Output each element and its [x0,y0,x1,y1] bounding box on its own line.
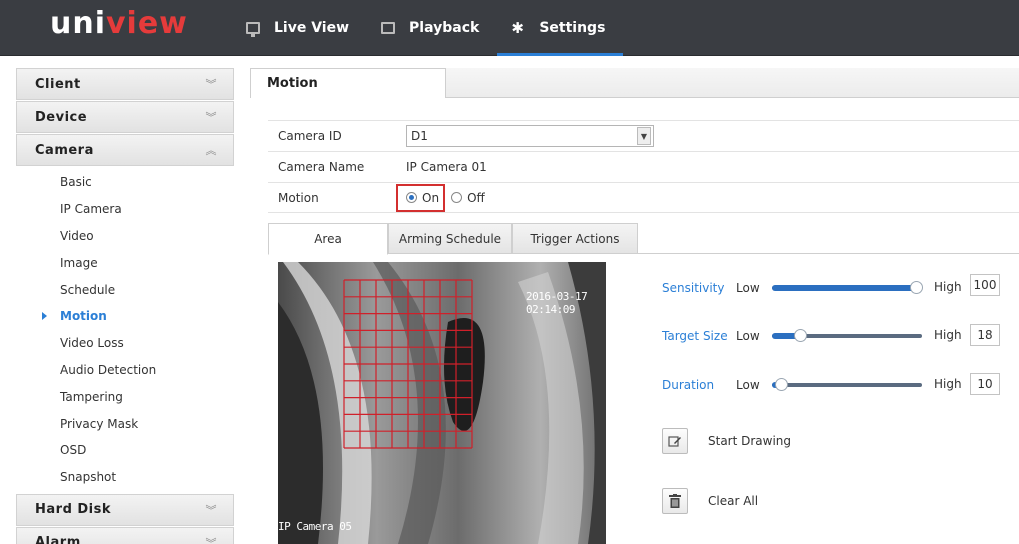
motion-off-radio[interactable] [451,192,463,203]
camera-name-row: Camera Name IP Camera 01 [268,151,1019,182]
pencil-icon [668,436,681,447]
tab-area[interactable]: Area [268,223,388,255]
start-drawing-button[interactable] [662,428,688,454]
target-size-label: Target Size [662,329,728,343]
slider-thumb[interactable] [794,329,807,342]
sidebar-item-basic[interactable]: Basic [16,169,234,196]
duration-slider-row: Duration [662,373,714,397]
sensitivity-high-label: High [934,280,962,294]
gear-icon: ✱ [511,19,524,37]
trash-icon [669,494,681,508]
page-tab-bar: Motion [250,68,1019,98]
sensitivity-low-label: Low [736,281,760,295]
chevron-double-down-icon: ︾ [205,536,217,544]
motion-form: Camera ID D1 ▼ Camera Name IP Camera 01 … [268,120,1019,213]
sidebar-item-audio-detection[interactable]: Audio Detection [16,357,234,384]
tab-trigger-actions[interactable]: Trigger Actions [512,223,638,254]
brand-logo: uniview [50,6,188,41]
chevron-double-up-icon: ︽ [205,144,217,157]
clear-all-label: Clear All [708,494,759,508]
motion-on-radio[interactable] [406,192,417,203]
camera-preview[interactable]: 2016-03-17 02:14:09 IP Camera 05 [278,262,606,544]
sidebar-item-motion[interactable]: Motion [16,303,234,330]
motion-radio-group: On Off [396,183,485,212]
clear-all-button[interactable] [662,488,688,514]
target-size-slider-row: Target Size [662,324,728,348]
page-title: Motion [250,68,446,98]
osd-camera-label: IP Camera 05 [278,520,352,533]
chevron-double-down-icon: ︾ [205,111,217,124]
top-bar: uniview Live View Playback ✱ Settings [0,0,1019,56]
clear-all-action: Clear All [662,488,758,514]
duration-slider[interactable] [772,373,922,397]
caret-right-icon [42,311,47,320]
duration-value[interactable]: 10 [970,373,1000,395]
start-drawing-action: Start Drawing [662,428,791,454]
sidebar-item-privacy-mask[interactable]: Privacy Mask [16,410,234,437]
motion-subtabs: Area Arming Schedule Trigger Actions [268,223,1019,255]
sidebar-item-ip-camera[interactable]: IP Camera [16,196,234,223]
sidebar-item-schedule[interactable]: Schedule [16,276,234,303]
main-content: Motion Camera ID D1 ▼ Camera Name IP Cam… [250,68,1019,544]
chevron-double-down-icon: ︾ [205,78,217,91]
sidebar-item-video[interactable]: Video [16,223,234,250]
motion-on-highlight[interactable]: On [396,183,446,212]
sidebar-section-camera[interactable]: Camera ︽ [16,134,234,166]
sidebar-section-client[interactable]: Client ︾ [16,68,234,100]
nav-live-view[interactable]: Live View [232,0,367,56]
slider-thumb[interactable] [775,378,788,391]
monitor-icon [246,22,260,37]
osd-timestamp: 2016-03-17 02:14:09 [526,290,588,316]
camera-id-select[interactable]: D1 ▼ [406,125,654,147]
film-icon [381,22,396,34]
target-size-high-label: High [934,328,962,342]
sidebar-item-tampering[interactable]: Tampering [16,383,234,410]
camera-id-row: Camera ID D1 ▼ [268,120,1019,151]
sidebar-item-image[interactable]: Image [16,249,234,276]
chevron-double-down-icon: ︾ [205,503,217,517]
slider-thumb[interactable] [910,281,923,294]
target-size-slider[interactable] [772,324,922,348]
sidebar-item-video-loss[interactable]: Video Loss [16,330,234,357]
duration-label: Duration [662,378,715,392]
camera-submenu: Basic IP Camera Video Image Schedule Mot… [16,167,234,494]
start-drawing-label: Start Drawing [708,434,792,448]
duration-low-label: Low [736,378,760,392]
sensitivity-slider[interactable] [772,276,923,300]
sidebar-item-snapshot[interactable]: Snapshot [16,464,234,491]
sensitivity-value[interactable]: 100 [970,274,1000,296]
chevron-down-icon: ▼ [637,127,651,145]
target-size-low-label: Low [736,329,760,343]
sidebar-item-osd[interactable]: OSD [16,437,234,464]
tab-arming-schedule[interactable]: Arming Schedule [388,223,512,254]
nav-settings[interactable]: ✱ Settings [497,0,624,56]
duration-high-label: High [934,377,962,391]
sidebar-section-device[interactable]: Device ︾ [16,101,234,133]
sensitivity-slider-row: Sensitivity [662,276,724,300]
settings-sidebar: Client ︾ Device ︾ Camera ︽ Basic IP Came… [16,68,234,544]
sidebar-section-hard-disk[interactable]: Hard Disk ︾ [16,493,234,526]
camera-id-label: Camera ID [278,129,342,143]
sidebar-section-alarm[interactable]: Alarm ︾ [16,526,234,544]
nav-playback[interactable]: Playback [367,0,497,56]
main-nav: Live View Playback ✱ Settings [232,0,624,56]
sensitivity-label: Sensitivity [662,281,725,295]
camera-name-value: IP Camera 01 [406,160,487,174]
motion-label: Motion [278,190,319,205]
slider-track [772,383,922,387]
motion-row: Motion On Off [268,182,1019,213]
target-size-value[interactable]: 18 [970,324,1000,346]
camera-name-label: Camera Name [278,160,365,174]
slider-fill [772,285,914,291]
